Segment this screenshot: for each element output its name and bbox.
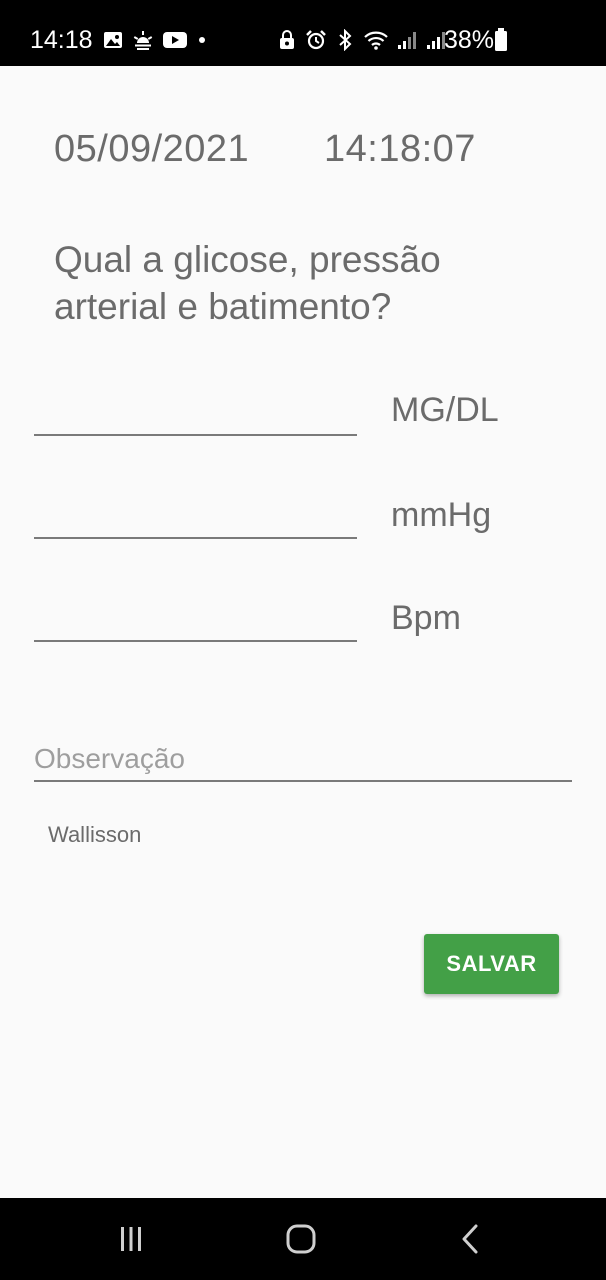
recent-apps-icon	[121, 1227, 141, 1251]
back-icon	[462, 1224, 478, 1254]
heart-rate-unit-label: Bpm	[391, 599, 461, 637]
battery-icon	[495, 28, 507, 51]
status-left-icons	[102, 27, 208, 53]
date-label: 05/09/2021	[54, 128, 250, 170]
user-name-label: Wallisson	[48, 822, 142, 847]
battery-percent: 38%	[444, 26, 495, 54]
observation-underline	[34, 780, 572, 782]
time-label: 14:18:07	[324, 128, 476, 170]
status-time: 14:18	[30, 26, 93, 54]
glucose-input[interactable]	[34, 386, 357, 436]
heart-rate-underline	[34, 640, 357, 642]
wifi-icon	[364, 31, 388, 50]
gallery-icon	[104, 32, 122, 48]
notification-dot-icon	[199, 37, 205, 43]
alarm-icon	[306, 30, 326, 50]
youtube-icon	[163, 32, 187, 48]
glucose-underline	[34, 434, 357, 436]
glucose-unit-label: MG/DL	[391, 391, 499, 429]
pressure-input[interactable]	[34, 489, 357, 539]
weather-icon	[133, 31, 153, 50]
pressure-underline	[34, 537, 357, 539]
recent-apps-button[interactable]	[108, 1218, 154, 1260]
heart-rate-input[interactable]	[34, 592, 357, 642]
status-right-icons	[276, 27, 447, 53]
pressure-unit-label: mmHg	[391, 496, 492, 534]
home-button[interactable]	[278, 1218, 324, 1260]
home-icon	[286, 1224, 316, 1254]
question-text: Qual a glicose, pressão arterial e batim…	[54, 239, 441, 327]
back-button[interactable]	[448, 1218, 494, 1260]
navigation-bar	[0, 1198, 606, 1280]
lock-icon	[280, 30, 294, 49]
save-button[interactable]: SALVAR	[424, 934, 559, 994]
status-bar: 14:18 38%	[0, 0, 606, 66]
observation-input[interactable]	[34, 736, 572, 782]
signal-icon	[398, 32, 416, 49]
bluetooth-icon	[339, 29, 352, 51]
